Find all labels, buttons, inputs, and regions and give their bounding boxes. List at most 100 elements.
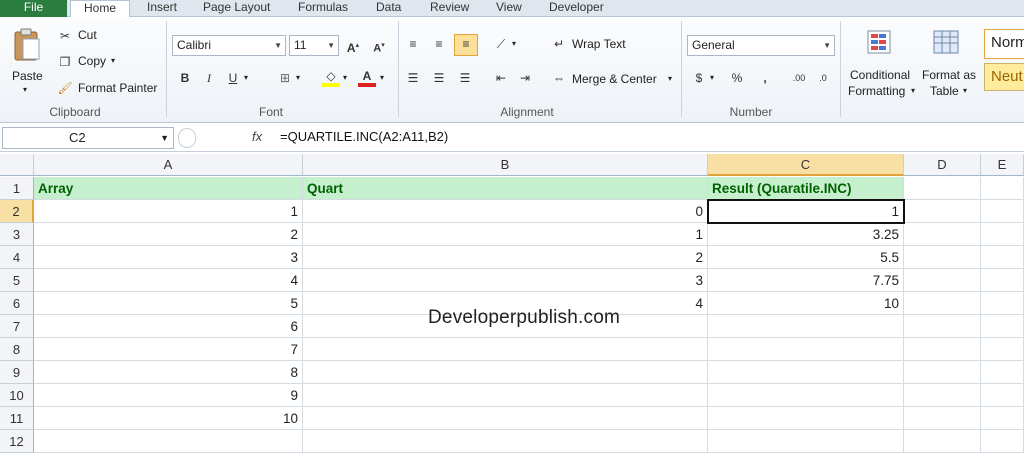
cell[interactable] [708, 338, 904, 361]
copy-button[interactable]: Copy [78, 54, 106, 68]
column-header-b[interactable]: B [303, 154, 708, 176]
bold-icon[interactable]: B [176, 69, 194, 87]
fill-color-dropdown-icon[interactable]: ▾ [343, 73, 347, 82]
align-bottom-icon[interactable]: ≡ [454, 34, 478, 56]
cell[interactable] [708, 315, 904, 338]
cell[interactable] [303, 407, 708, 430]
cell[interactable] [904, 430, 981, 453]
merge-center-button[interactable]: Merge & Center [572, 72, 657, 86]
accounting-dropdown-icon[interactable]: ▾ [710, 73, 714, 82]
array-cell[interactable]: 9 [34, 384, 303, 407]
quart-cell[interactable]: 1 [303, 223, 708, 246]
header-cell-b[interactable]: Quart [303, 177, 708, 200]
quart-cell[interactable]: 0 [303, 200, 708, 223]
row-header[interactable]: 9 [0, 361, 34, 384]
cell[interactable] [904, 292, 981, 315]
font-size-dropdown[interactable]: 11 ▼ [289, 35, 339, 56]
tab-file[interactable]: File [0, 0, 67, 17]
number-format-dropdown[interactable]: General ▼ [687, 35, 835, 56]
quart-cell[interactable]: 2 [303, 246, 708, 269]
cell[interactable] [981, 407, 1024, 430]
paste-button[interactable]: Paste ▾ [6, 25, 48, 105]
cell[interactable] [708, 384, 904, 407]
cell[interactable] [904, 200, 981, 223]
align-middle-icon[interactable]: ≡ [430, 35, 448, 53]
italic-icon[interactable]: I [200, 69, 218, 87]
conditional-formatting-label-2[interactable]: Formatting [848, 84, 905, 98]
shrink-font-icon[interactable]: A▾ [370, 37, 388, 55]
cut-button[interactable]: Cut [78, 28, 97, 42]
wrap-text-button[interactable]: Wrap Text [572, 37, 626, 51]
grow-font-icon[interactable]: A▴ [344, 37, 362, 55]
array-cell[interactable]: 8 [34, 361, 303, 384]
row-header[interactable]: 6 [0, 292, 34, 315]
row-header[interactable]: 1 [0, 177, 34, 200]
array-cell[interactable]: 10 [34, 407, 303, 430]
cell[interactable] [904, 246, 981, 269]
row-header[interactable]: 5 [0, 269, 34, 292]
cell[interactable] [708, 361, 904, 384]
increase-decimal-icon[interactable]: .00 [790, 69, 808, 87]
result-cell[interactable]: 3.25 [708, 223, 904, 246]
cell[interactable] [981, 223, 1024, 246]
header-cell-c[interactable]: Result (Quaratile.INC) [708, 177, 904, 200]
cell[interactable] [981, 430, 1024, 453]
format-as-table-label-2[interactable]: Table [930, 84, 959, 98]
underline-dropdown-icon[interactable]: ▾ [244, 73, 248, 82]
cell-style-neutral[interactable]: Neut [984, 63, 1024, 91]
merge-dropdown-icon[interactable]: ▾ [668, 74, 672, 83]
align-top-icon[interactable]: ≡ [404, 35, 422, 53]
formula-input[interactable]: =QUARTILE.INC(A2:A11,B2) [280, 127, 448, 149]
font-color-icon[interactable]: A [358, 67, 376, 87]
quart-cell[interactable]: 3 [303, 269, 708, 292]
align-center-icon[interactable]: ☰ [430, 69, 448, 87]
borders-dropdown-icon[interactable]: ▾ [296, 73, 300, 82]
cell[interactable] [303, 361, 708, 384]
insert-function-button[interactable]: fx [252, 129, 262, 144]
array-cell[interactable]: 7 [34, 338, 303, 361]
row-header[interactable]: 10 [0, 384, 34, 407]
format-painter-button[interactable]: Format Painter [78, 81, 157, 95]
cell[interactable] [303, 384, 708, 407]
align-right-icon[interactable]: ☰ [456, 69, 474, 87]
row-header[interactable]: 3 [0, 223, 34, 246]
underline-icon[interactable]: U [224, 69, 242, 87]
conditional-formatting-dropdown-icon[interactable]: ▾ [911, 86, 915, 95]
cell[interactable] [904, 269, 981, 292]
row-header[interactable]: 12 [0, 430, 34, 453]
column-header-e[interactable]: E [981, 154, 1024, 176]
cell-style-normal[interactable]: Norm [984, 29, 1024, 59]
increase-indent-icon[interactable]: ⇥ [516, 69, 534, 87]
row-header[interactable]: 7 [0, 315, 34, 338]
cell[interactable] [981, 361, 1024, 384]
column-header-a[interactable]: A [34, 154, 303, 176]
select-all-corner[interactable] [0, 154, 34, 176]
cell[interactable] [981, 384, 1024, 407]
cell[interactable] [904, 338, 981, 361]
cell[interactable] [34, 430, 303, 453]
cell[interactable] [708, 430, 904, 453]
tab-page-layout[interactable]: Page Layout [199, 0, 274, 17]
tab-insert[interactable]: Insert [143, 0, 181, 17]
cell[interactable] [981, 338, 1024, 361]
cell[interactable] [981, 269, 1024, 292]
tab-view[interactable]: View [492, 0, 526, 17]
result-cell[interactable]: 10 [708, 292, 904, 315]
array-cell[interactable]: 3 [34, 246, 303, 269]
tab-developer[interactable]: Developer [545, 0, 608, 17]
cell[interactable] [303, 338, 708, 361]
tab-data[interactable]: Data [372, 0, 405, 17]
cell[interactable] [904, 177, 981, 200]
conditional-formatting-label[interactable]: Conditional [850, 68, 910, 82]
result-cell[interactable]: 5.5 [708, 246, 904, 269]
orientation-dropdown-icon[interactable]: ▾ [512, 39, 516, 48]
cell[interactable] [904, 223, 981, 246]
column-header-d[interactable]: D [904, 154, 981, 176]
font-color-dropdown-icon[interactable]: ▾ [380, 73, 384, 82]
accounting-format-icon[interactable]: $ [690, 69, 708, 87]
cell[interactable] [904, 361, 981, 384]
format-as-table-label[interactable]: Format as [922, 68, 976, 82]
row-header[interactable]: 11 [0, 407, 34, 430]
array-cell[interactable]: 5 [34, 292, 303, 315]
array-cell[interactable]: 4 [34, 269, 303, 292]
